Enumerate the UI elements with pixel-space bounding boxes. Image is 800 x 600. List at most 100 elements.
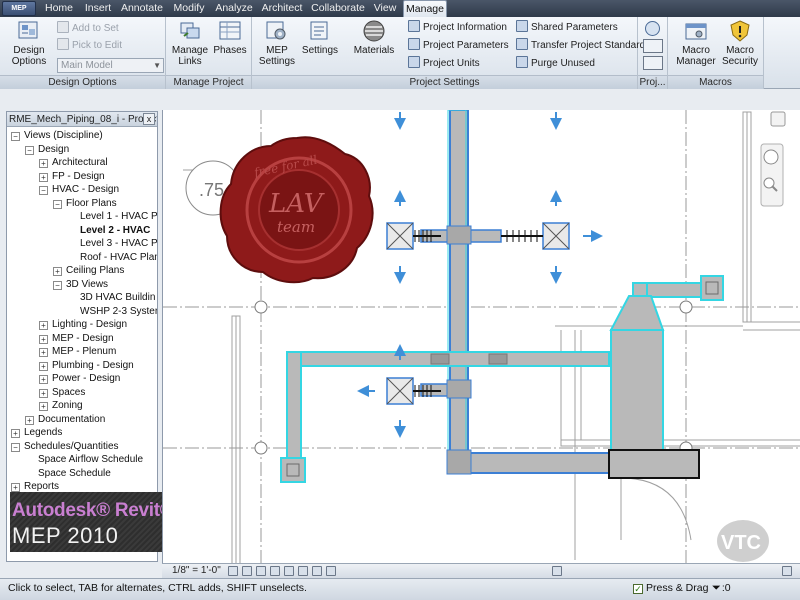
tab-architect[interactable]: Architect xyxy=(258,0,306,17)
visual-style-icon[interactable] xyxy=(242,566,252,576)
steering-wheel-icon[interactable] xyxy=(763,149,779,165)
phases-button[interactable]: Phases xyxy=(212,19,248,56)
project-units-button[interactable]: Project Units xyxy=(408,56,480,72)
shared-parameters-button[interactable]: Shared Parameters xyxy=(516,20,618,36)
tree-item[interactable]: + Documentation xyxy=(25,413,105,426)
expand-icon[interactable]: + xyxy=(39,172,48,182)
view-scale[interactable]: 1/8" = 1'-0" xyxy=(172,565,221,576)
macro-security-button[interactable]: Macro Security xyxy=(718,19,762,67)
tab-analyze[interactable]: Analyze xyxy=(212,0,256,17)
scroll-left-icon[interactable] xyxy=(552,566,562,576)
tree-item[interactable]: + Zoning xyxy=(39,399,83,412)
tree-item[interactable]: + Legends xyxy=(11,426,62,439)
scroll-right-icon[interactable] xyxy=(782,566,792,576)
mep-settings-icon xyxy=(266,21,286,40)
show-crop-region-icon[interactable] xyxy=(298,566,308,576)
macro-security-label-2: Security xyxy=(721,56,759,67)
project-parameters-label: Project Parameters xyxy=(423,40,509,51)
tree-item[interactable]: + Lighting - Design xyxy=(39,318,127,331)
tab-view[interactable]: View xyxy=(370,0,400,17)
main-model-dropdown[interactable]: Main Model ▼ xyxy=(57,58,164,73)
air-terminal-3[interactable] xyxy=(386,377,441,405)
application-menu-button[interactable]: MEP xyxy=(2,1,36,16)
nav-close-button[interactable] xyxy=(770,111,786,127)
navigation-bar[interactable] xyxy=(760,111,786,207)
crop-view-icon[interactable] xyxy=(284,566,294,576)
sun-path-icon[interactable] xyxy=(256,566,266,576)
status-bar: Click to select, TAB for alternates, CTR… xyxy=(0,578,800,600)
expand-icon[interactable]: + xyxy=(39,388,48,398)
tree-item[interactable]: −3D Views xyxy=(53,278,108,291)
reveal-hidden-icon[interactable] xyxy=(326,566,336,576)
expand-icon[interactable]: + xyxy=(25,415,34,425)
air-terminal-2[interactable] xyxy=(501,222,570,250)
expand-icon[interactable]: + xyxy=(39,334,48,344)
tab-annotate[interactable]: Annotate xyxy=(118,0,166,17)
collapse-icon[interactable]: − xyxy=(25,145,34,155)
tree-item[interactable]: Space Schedule xyxy=(25,467,111,480)
tree-item[interactable]: Roof - HVAC Plan xyxy=(67,251,157,264)
tree-item[interactable]: + Plumbing - Design xyxy=(39,359,134,372)
collapse-icon[interactable]: − xyxy=(39,186,48,195)
tab-collaborate[interactable]: Collaborate xyxy=(308,0,368,17)
expand-icon[interactable]: + xyxy=(39,375,48,384)
collapse-icon[interactable]: − xyxy=(11,132,20,141)
expand-icon[interactable]: + xyxy=(11,483,20,492)
mep-settings-button[interactable]: MEP Settings xyxy=(256,19,298,67)
design-options-button[interactable]: Design Options xyxy=(8,19,50,67)
tree-item[interactable]: − HVAC - Design xyxy=(39,183,119,196)
tree-item[interactable]: − Views (Discipline) xyxy=(11,129,103,142)
tab-modify[interactable]: Modify xyxy=(168,0,210,17)
collapse-icon[interactable]: − xyxy=(11,442,20,452)
transfer-project-standards-button[interactable]: Transfer Project Standards xyxy=(516,38,650,54)
tree-item[interactable]: 3D HVAC Buildin xyxy=(67,291,155,304)
tree-item[interactable]: Level 1 - HVAC P xyxy=(67,210,157,223)
pick-to-edit-button[interactable]: Pick to Edit xyxy=(57,38,122,54)
add-to-set-button[interactable]: Add to Set xyxy=(57,21,119,37)
close-icon[interactable]: x xyxy=(143,113,155,125)
tree-item[interactable]: − Schedules/Quantities xyxy=(11,440,119,453)
tree-item[interactable]: + Architectural xyxy=(39,156,108,169)
tree-item[interactable]: − Floor Plans xyxy=(53,197,117,210)
purge-unused-button[interactable]: Purge Unused xyxy=(516,56,595,72)
shadows-icon[interactable] xyxy=(270,566,280,576)
detail-level-icon[interactable] xyxy=(228,566,238,576)
temporary-hide-icon[interactable] xyxy=(312,566,322,576)
collapse-icon[interactable]: − xyxy=(53,280,62,290)
settings-button[interactable]: Settings xyxy=(300,19,340,56)
air-terminal-1[interactable] xyxy=(386,222,441,250)
macro-manager-button[interactable]: Macro Manager xyxy=(674,19,718,67)
tree-item[interactable]: + FP - Design xyxy=(39,170,105,183)
collapse-icon[interactable]: − xyxy=(53,199,62,209)
manage-links-button[interactable]: Manage Links xyxy=(170,19,210,67)
press-drag-toggle[interactable]: ✓ Press & Drag xyxy=(633,582,708,594)
expand-icon[interactable]: + xyxy=(53,267,62,276)
selection-filter[interactable]: ⏷:0 xyxy=(712,582,731,595)
tab-manage[interactable]: Manage xyxy=(403,0,447,17)
tree-item[interactable]: + MEP - Design xyxy=(39,332,114,345)
expand-icon[interactable]: + xyxy=(11,429,20,438)
location-button[interactable] xyxy=(645,21,660,36)
tab-insert[interactable]: Insert xyxy=(80,0,116,17)
expand-icon[interactable]: + xyxy=(39,159,48,168)
expand-icon[interactable]: + xyxy=(39,402,48,411)
expand-icon[interactable]: + xyxy=(39,348,48,357)
tree-item[interactable]: Level 3 - HVAC P xyxy=(67,237,157,250)
tree-item[interactable]: + Spaces xyxy=(39,386,85,399)
tree-item[interactable]: + Ceiling Plans xyxy=(53,264,124,277)
project-parameters-button[interactable]: Project Parameters xyxy=(408,38,509,54)
materials-button[interactable]: Materials xyxy=(350,19,398,56)
coordinates-button[interactable] xyxy=(643,39,663,53)
drawing-area[interactable]: .75 LAV team free for all VTC xyxy=(162,110,800,564)
expand-icon[interactable]: + xyxy=(39,321,48,330)
tree-item[interactable]: Space Airflow Schedule xyxy=(25,453,143,466)
expand-icon[interactable]: + xyxy=(39,361,48,371)
tree-item[interactable]: Level 2 - HVAC xyxy=(67,224,150,237)
tree-item[interactable]: + MEP - Plenum xyxy=(39,345,116,358)
tree-item[interactable]: WSHP 2-3 Syster xyxy=(67,305,157,318)
tab-home[interactable]: Home xyxy=(40,0,78,17)
tree-item[interactable]: + Power - Design xyxy=(39,372,120,385)
position-button[interactable] xyxy=(643,56,663,70)
project-information-button[interactable]: Project Information xyxy=(408,20,507,36)
tree-item[interactable]: − Design xyxy=(25,143,69,156)
